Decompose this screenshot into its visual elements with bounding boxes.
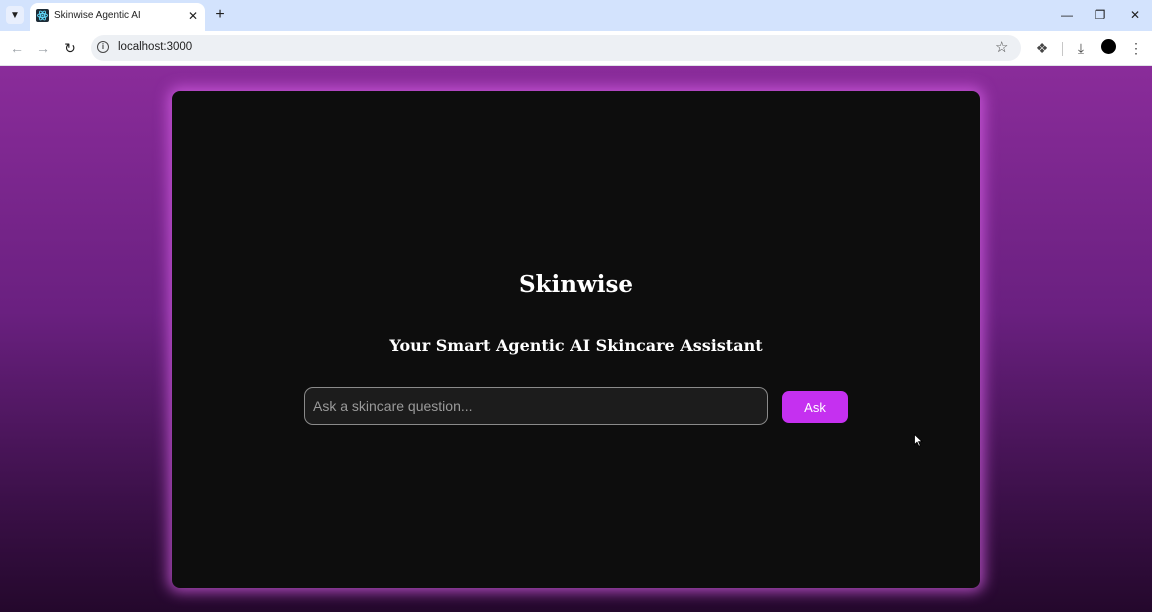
downloads-icon[interactable]: ⤓ xyxy=(1071,38,1091,58)
extensions-puzzle-icon[interactable]: ❖ xyxy=(1032,38,1052,58)
site-info-icon[interactable]: i xyxy=(97,41,109,53)
app-subtitle: Your Smart Agentic AI Skincare Assistant xyxy=(389,336,763,355)
ask-button[interactable]: Ask xyxy=(782,391,848,423)
browser-tab[interactable]: Skinwise Agentic AI ✕ xyxy=(30,3,205,31)
browser-toolbar: ← → ↻ i localhost:3000 ☆ ❖ ⤓ ⋮ xyxy=(0,31,1152,66)
window-close-icon[interactable]: ✕ xyxy=(1123,4,1147,26)
address-url[interactable]: localhost:3000 xyxy=(118,41,192,53)
react-favicon-icon xyxy=(36,9,49,22)
profile-avatar[interactable] xyxy=(1101,39,1116,54)
back-arrow-icon[interactable]: ← xyxy=(7,38,27,58)
page-background: Skinwise Your Smart Agentic AI Skincare … xyxy=(0,66,1152,612)
address-bar[interactable]: i localhost:3000 ☆ xyxy=(91,35,1021,61)
forward-arrow-icon[interactable]: → xyxy=(33,38,53,58)
mouse-cursor-icon xyxy=(914,433,924,452)
browser-menu-icon[interactable]: ⋮ xyxy=(1126,38,1146,58)
browser-tab-strip: ▼ Skinwise Agentic AI ✕ + — ❐ ✕ xyxy=(0,0,1152,31)
reload-icon[interactable]: ↻ xyxy=(60,38,80,58)
tab-search-chevron-icon[interactable]: ▼ xyxy=(6,6,24,24)
minimize-icon[interactable]: — xyxy=(1055,4,1079,26)
assistant-card: Skinwise Your Smart Agentic AI Skincare … xyxy=(172,91,980,588)
toolbar-divider xyxy=(1062,42,1063,56)
new-tab-plus-icon[interactable]: + xyxy=(211,6,229,24)
restore-icon[interactable]: ❐ xyxy=(1088,4,1112,26)
tab-close-icon[interactable]: ✕ xyxy=(185,8,201,24)
app-title: Skinwise xyxy=(518,271,634,298)
bookmark-star-icon[interactable]: ☆ xyxy=(995,38,1008,56)
tab-title: Skinwise Agentic AI xyxy=(54,10,141,21)
question-input[interactable] xyxy=(304,387,768,425)
